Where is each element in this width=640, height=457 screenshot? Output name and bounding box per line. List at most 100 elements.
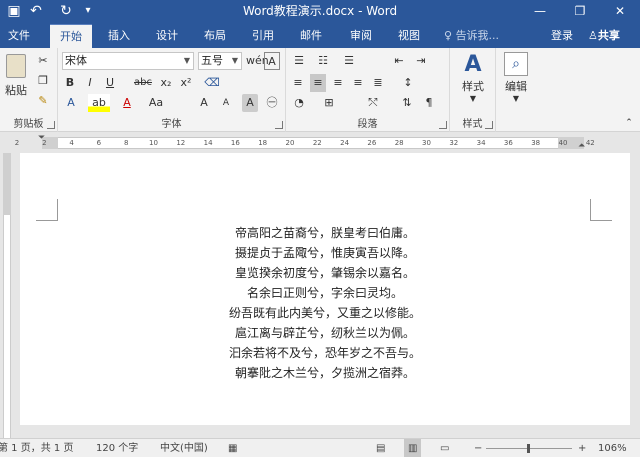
ruler-tick-label: 4 (69, 139, 74, 147)
dialog-launcher-icon[interactable] (47, 121, 55, 129)
font-group: 宋体 ▼ 五号 ▼ wén A B I U abc x₂ x² ⌫ A ab A A… (58, 48, 286, 132)
bold-button[interactable]: B (62, 74, 78, 92)
zoom-slider-thumb[interactable] (527, 444, 530, 453)
dialog-launcher-icon[interactable] (485, 121, 493, 129)
person-icon: ♙ (588, 29, 598, 42)
read-mode-icon[interactable]: ▤ (376, 439, 385, 457)
close-icon[interactable]: ✕ (600, 0, 640, 24)
shrink-font-button[interactable]: A (218, 94, 234, 112)
tab-view[interactable]: 视图 (388, 24, 430, 48)
bullets-icon[interactable]: ☰ (290, 52, 308, 70)
enclose-char-icon[interactable]: ㊀ (264, 94, 280, 112)
share-button[interactable]: ♙共享 (588, 24, 620, 48)
document-area[interactable]: 帝高阳之苗裔兮，朕皇考曰伯庸。 摄提贞于孟陬兮，惟庚寅吾以降。 皇览揆余初度兮，… (12, 153, 640, 438)
shading-icon[interactable]: ◔ (290, 94, 308, 112)
copy-icon[interactable]: ❐ (34, 72, 52, 90)
ruler-tick-label: 32 (449, 139, 459, 147)
zoom-in-icon[interactable]: + (578, 439, 586, 457)
ruler-tick-label: 8 (123, 139, 129, 147)
ruler-tick-label: 12 (176, 139, 186, 147)
editing-group: ⌕ 编辑 ▼ (496, 48, 536, 132)
tab-references[interactable]: 引用 (242, 24, 284, 48)
document-text[interactable]: 帝高阳之苗裔兮，朕皇考曰伯庸。 摄提贞于孟陬兮，惟庚寅吾以降。 皇览揆余初度兮，… (20, 223, 630, 383)
ruler-tick-label: 36 (503, 139, 513, 147)
macro-record-icon[interactable]: ▦ (228, 439, 237, 457)
document-page[interactable]: 帝高阳之苗裔兮，朕皇考曰伯庸。 摄提贞于孟陬兮，惟庚寅吾以降。 皇览揆余初度兮，… (20, 153, 630, 425)
maximize-icon[interactable]: ❐ (560, 0, 600, 24)
customize-toolbar-icon[interactable]: ▾ (80, 0, 96, 24)
horizontal-ruler[interactable]: 2 2 4 6 8 10 12 14 16 18 20 22 24 26 28 30 32 34 36 38 40 42 … (0, 133, 640, 153)
web-layout-icon[interactable]: ▭ (440, 439, 449, 457)
word-count[interactable]: 120 个字 (96, 439, 138, 457)
ruler-tick-label: 14 (203, 139, 213, 147)
change-case-icon[interactable]: wén (246, 52, 269, 70)
text-effects-button[interactable]: A (62, 94, 80, 112)
login-button[interactable]: 登录 (551, 24, 573, 48)
superscript-button[interactable]: x² (178, 74, 194, 92)
increase-indent-icon[interactable]: ⇥ (412, 52, 430, 70)
font-name-combo[interactable]: 宋体 ▼ (62, 52, 194, 70)
lightbulb-icon: ♀ (444, 29, 456, 42)
show-marks-icon[interactable]: ¶ (420, 94, 438, 112)
status-bar: 第 1 页，共 1 页 120 个字 中文(中国) ▦ ▤ ▥ ▭ − + 10… (0, 438, 640, 457)
undo-icon[interactable]: ↶ (26, 0, 46, 24)
right-indent-marker-icon[interactable]: ⏶ (578, 141, 585, 151)
subscript-button[interactable]: x₂ (158, 74, 174, 92)
underline-button[interactable]: U (102, 74, 118, 92)
dialog-launcher-icon[interactable] (439, 121, 447, 129)
tell-me-search[interactable]: ♀ 告诉我... (444, 24, 499, 48)
tab-home[interactable]: 开始 (50, 24, 92, 48)
format-painter-icon[interactable]: ✎ (34, 92, 52, 110)
editing-button[interactable]: ⌕ 编辑 ▼ (500, 52, 532, 108)
chinese-layout-icon[interactable]: ⤲ (362, 94, 384, 112)
print-layout-icon[interactable]: ▥ (404, 439, 422, 457)
language-indicator[interactable]: 中文(中国) (160, 439, 208, 457)
char-shading-button[interactable]: A (242, 94, 258, 112)
font-color-button[interactable]: A (118, 94, 136, 112)
tab-file[interactable]: 文件 (0, 24, 38, 48)
zoom-out-icon[interactable]: − (474, 439, 482, 457)
sort-icon[interactable]: ⇅ (398, 94, 416, 112)
italic-button[interactable]: I (82, 74, 98, 92)
page-count[interactable]: 第 1 页，共 1 页 (0, 439, 73, 457)
ruler-tick-label: 30 (422, 139, 431, 147)
tab-design[interactable]: 设计 (146, 24, 188, 48)
paste-button[interactable]: 粘贴 (2, 52, 30, 102)
tab-insert[interactable]: 插入 (98, 24, 140, 48)
distribute-icon[interactable]: ≣ (370, 74, 386, 92)
font-size-combo[interactable]: 五号 ▼ (198, 52, 242, 70)
multilevel-list-icon[interactable]: ☰ (340, 52, 358, 70)
char-border-icon[interactable]: A (264, 52, 280, 70)
tab-layout[interactable]: 布局 (194, 24, 236, 48)
align-center-icon[interactable]: ≡ (310, 74, 326, 92)
search-icon: ⌕ (504, 52, 528, 76)
minimize-icon[interactable]: — (520, 0, 560, 24)
margin-corner-mark (590, 199, 612, 221)
text-line: 朝搴阰之木兰兮，夕揽洲之宿莽。 (234, 366, 415, 380)
tab-review[interactable]: 审阅 (340, 24, 382, 48)
numbering-icon[interactable]: ☷ (314, 52, 332, 70)
borders-icon[interactable]: ⊞ (320, 94, 338, 112)
save-icon[interactable]: ▣ (4, 0, 24, 24)
highlight-button[interactable]: ab (88, 94, 110, 112)
chevron-down-icon: ▼ (512, 94, 520, 103)
align-right-icon[interactable]: ≡ (330, 74, 346, 92)
change-case-button[interactable]: Aa (144, 94, 168, 112)
strikethrough-button[interactable]: abc (132, 74, 154, 92)
cut-icon[interactable]: ✂ (34, 52, 52, 70)
dialog-launcher-icon[interactable] (275, 121, 283, 129)
styles-group: A 样式 ▼ 样式 (450, 48, 496, 132)
styles-button[interactable]: A 样式 ▼ (452, 52, 494, 108)
zoom-level[interactable]: 106% (598, 439, 627, 457)
font-color-text-effects-icon[interactable]: ⌫ (204, 74, 220, 92)
redo-icon[interactable]: ↻ (56, 0, 76, 24)
grow-font-button[interactable]: A (196, 94, 212, 112)
collapse-ribbon-icon[interactable]: ⌃ (622, 114, 636, 132)
align-left-icon[interactable]: ≡ (290, 74, 306, 92)
text-line: 摄提贞于孟陬兮，惟庚寅吾以降。 (234, 246, 415, 260)
justify-icon[interactable]: ≡ (350, 74, 366, 92)
tab-mailings[interactable]: 邮件 (290, 24, 332, 48)
indent-marker-icon[interactable]: ⏷ (38, 133, 45, 143)
decrease-indent-icon[interactable]: ⇤ (390, 52, 408, 70)
line-spacing-icon[interactable]: ↕ (398, 74, 418, 92)
